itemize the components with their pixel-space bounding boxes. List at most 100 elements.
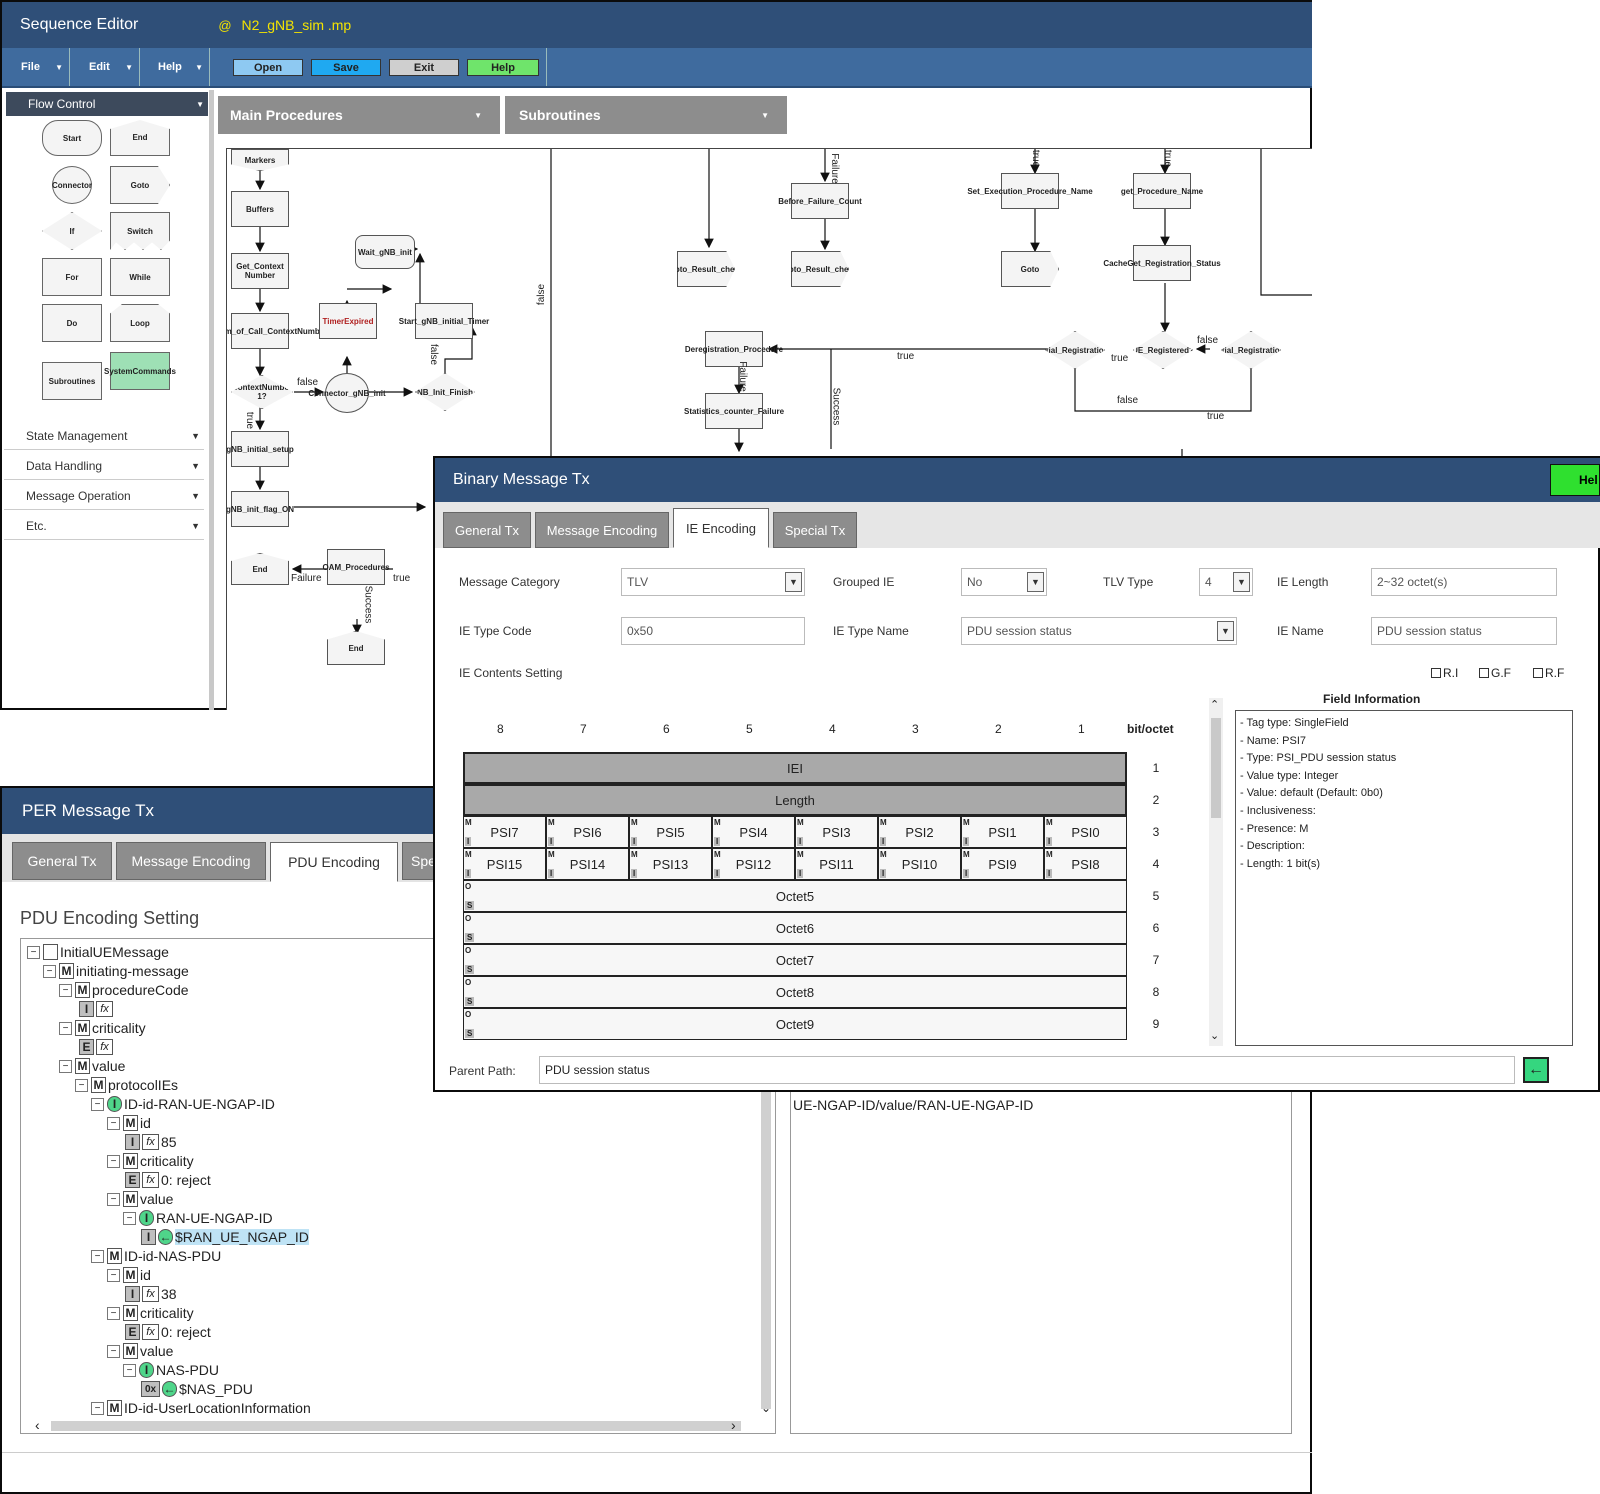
menu-file[interactable]: File ▼ xyxy=(6,48,70,86)
chevron-down-icon[interactable]: ▼ xyxy=(785,572,802,592)
collapse-icon[interactable]: − xyxy=(123,1363,136,1377)
tree-node[interactable]: − Minitiating-message xyxy=(43,962,189,980)
section-data-handling[interactable]: Data Handling ▼ xyxy=(4,452,204,480)
grid-vscroll[interactable]: ⌃ ⌄ xyxy=(1209,698,1223,1046)
chevron-down-icon[interactable]: ▼ xyxy=(1027,572,1044,592)
psi-cell[interactable]: M I PSI6 xyxy=(546,816,629,848)
sidebar-splitter[interactable] xyxy=(209,90,214,710)
octet-row[interactable]: O S Octet5 xyxy=(463,880,1127,912)
chevron-down-icon[interactable]: ▼ xyxy=(1217,621,1234,641)
tree-node-selected[interactable]: I ← $RAN_UE_NGAP_ID xyxy=(141,1228,309,1246)
palette-switch[interactable]: Switch xyxy=(110,212,170,250)
collapse-icon[interactable]: − xyxy=(27,945,40,959)
collapse-icon[interactable]: − xyxy=(107,1268,120,1282)
octet-row[interactable]: O S Octet8 xyxy=(463,976,1127,1008)
tree-node[interactable]: − Mid xyxy=(107,1114,151,1132)
collapse-icon[interactable]: − xyxy=(107,1154,120,1168)
palette-do[interactable]: Do xyxy=(42,304,102,342)
tree-node[interactable]: − Mcriticality xyxy=(59,1019,146,1037)
psi-cell[interactable]: M I PSI3 xyxy=(795,816,878,848)
subroutines-dropdown[interactable]: Subroutines ▼ xyxy=(505,96,787,134)
help-button[interactable]: Hel xyxy=(1550,464,1600,496)
tab-message-encoding[interactable]: Message Encoding xyxy=(535,512,669,548)
tab-pdu-encoding[interactable]: PDU Encoding xyxy=(270,842,398,882)
psi-cell[interactable]: M I PSI11 xyxy=(795,848,878,880)
node-buffers[interactable]: Buffers xyxy=(231,191,289,227)
checkbox-gf[interactable]: G.F xyxy=(1479,666,1511,680)
exit-button[interactable]: Exit xyxy=(389,59,459,76)
section-message-operation[interactable]: Message Operation ▼ xyxy=(4,482,204,510)
ie-type-name-select[interactable]: PDU session status ▼ xyxy=(961,617,1237,645)
tree-node[interactable]: − MprotocolIEs xyxy=(75,1076,178,1094)
tree-node[interactable]: − Mvalue xyxy=(59,1057,125,1075)
node-set-execution-procedure[interactable]: Set_Execution_Procedure_Name xyxy=(967,173,1093,209)
psi-cell[interactable]: M I PSI12 xyxy=(712,848,795,880)
tree-node[interactable]: Ifx xyxy=(79,1000,115,1018)
palette-connector[interactable]: Connector xyxy=(52,166,92,204)
node-calc-num[interactable]: Calc_Num_of_Call_ContextNumber xyxy=(227,313,327,349)
node-cacheget-registration[interactable]: CacheGet_Registration_Status xyxy=(1103,245,1221,281)
node-get-procedure-name[interactable]: get_Procedure_Name xyxy=(1121,173,1203,209)
collapse-icon[interactable]: − xyxy=(43,964,56,978)
psi-cell[interactable]: M I PSI8 xyxy=(1044,848,1127,880)
palette-subroutines[interactable]: Subroutines xyxy=(42,362,102,400)
node-get-context-number[interactable]: Get_Context Number xyxy=(231,253,289,289)
chevron-down-icon[interactable]: ⌄ xyxy=(1210,1029,1219,1042)
length-row[interactable]: Length xyxy=(463,784,1127,816)
collapse-icon[interactable]: − xyxy=(59,1021,72,1035)
ie-name-field[interactable]: PDU session status xyxy=(1371,617,1557,645)
collapse-icon[interactable]: − xyxy=(75,1078,88,1092)
save-button[interactable]: Save xyxy=(311,59,381,76)
tree-node[interactable]: − Mcriticality xyxy=(107,1304,194,1322)
node-oam-procedures[interactable]: OAM_Procedures xyxy=(322,549,390,585)
psi-cell[interactable]: M I PSI1 xyxy=(961,816,1044,848)
tree-node[interactable]: − M ID-id-NAS-PDU xyxy=(91,1247,221,1265)
node-before-failure-count[interactable]: Before_Failure_Count xyxy=(778,183,862,219)
main-procedures-dropdown[interactable]: Main Procedures ▼ xyxy=(218,96,500,134)
palette-goto[interactable]: Goto xyxy=(110,166,170,204)
tree-node[interactable]: Ifx 85 xyxy=(125,1133,177,1151)
octet-row[interactable]: O S Octet6 xyxy=(463,912,1127,944)
psi-cell[interactable]: M I PSI9 xyxy=(961,848,1044,880)
psi-cell[interactable]: M I PSI5 xyxy=(629,816,712,848)
flow-control-header[interactable]: Flow Control ▼ xyxy=(6,92,208,116)
tree-node[interactable]: Efx 0: reject xyxy=(125,1171,211,1189)
checkbox-rf[interactable]: R.F xyxy=(1533,666,1564,680)
menu-help[interactable]: Help ▼ xyxy=(142,48,210,86)
chevron-down-icon[interactable]: ⌄ xyxy=(761,1401,771,1415)
node-gnb-initial-setup[interactable]: gNB_initial_setup xyxy=(227,431,294,467)
psi-cell[interactable]: M I PSI2 xyxy=(878,816,961,848)
psi-cell[interactable]: M I PSI10 xyxy=(878,848,961,880)
tree-node[interactable]: − I ID-id-RAN-UE-NGAP-ID xyxy=(91,1095,275,1113)
tree-node[interactable]: Ifx 38 xyxy=(125,1285,177,1303)
tab-general-tx[interactable]: General Tx xyxy=(12,842,112,880)
collapse-icon[interactable]: − xyxy=(107,1344,120,1358)
psi-cell[interactable]: M I PSI4 xyxy=(712,816,795,848)
collapse-icon[interactable]: − xyxy=(59,983,72,997)
tree-hscroll[interactable] xyxy=(51,1421,741,1431)
palette-systemcommands[interactable]: SystemCommands xyxy=(104,352,176,390)
tab-message-encoding[interactable]: Message Encoding xyxy=(116,842,266,880)
tree-node[interactable]: − Mcriticality xyxy=(107,1152,194,1170)
node-goto[interactable]: Goto xyxy=(1001,251,1059,287)
collapse-icon[interactable]: − xyxy=(91,1249,104,1263)
grouped-ie-select[interactable]: No ▼ xyxy=(961,568,1047,596)
tree-node[interactable]: Efx 0: reject xyxy=(125,1323,211,1341)
node-timer-expired[interactable]: TimerExpired xyxy=(319,303,377,339)
palette-end[interactable]: End xyxy=(110,120,170,156)
open-button[interactable]: Open xyxy=(233,59,303,76)
tab-general-tx[interactable]: General Tx xyxy=(443,512,531,548)
collapse-icon[interactable]: − xyxy=(107,1306,120,1320)
chevron-up-icon[interactable]: ⌃ xyxy=(1210,698,1219,711)
ie-length-field[interactable]: 2~32 octet(s) xyxy=(1371,568,1557,596)
psi-cell[interactable]: M I PSI0 xyxy=(1044,816,1127,848)
node-connector-gnb-init[interactable]: Connector_gNB_init xyxy=(308,373,386,413)
octet-row[interactable]: O S Octet7 xyxy=(463,944,1127,976)
menu-edit[interactable]: Edit ▼ xyxy=(72,48,140,86)
help-button[interactable]: Help xyxy=(467,59,539,76)
node-deregistration-procedure[interactable]: Deregistration_Procedure xyxy=(685,331,783,367)
ie-type-code-field[interactable]: 0x50 xyxy=(621,617,805,645)
parent-path-input[interactable]: PDU session status xyxy=(539,1056,1515,1084)
palette-while[interactable]: While xyxy=(110,258,170,296)
tree-node[interactable]: − M ID-id-UserLocationInformation xyxy=(91,1399,311,1417)
